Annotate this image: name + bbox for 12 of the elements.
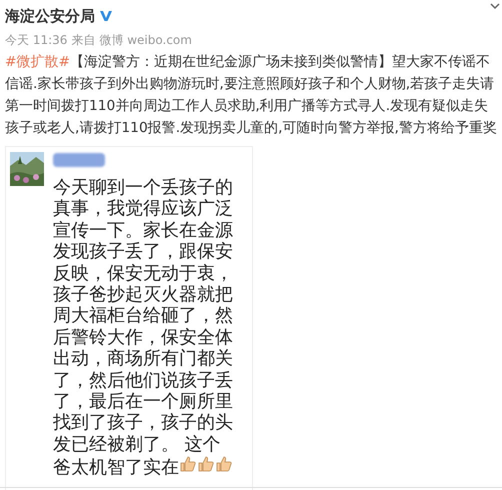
- thumbs-up-icon: [197, 455, 215, 474]
- post-time[interactable]: 今天 11:36: [5, 31, 68, 49]
- author-name[interactable]: 海淀公安分局: [5, 4, 95, 28]
- source-link[interactable]: 微博 weibo.com: [99, 31, 192, 49]
- blurred-username: [53, 153, 105, 167]
- thumbs-up-icon: [179, 455, 197, 474]
- thumbs-up-icon: [215, 455, 233, 474]
- source-label: 来自: [71, 32, 96, 49]
- post-text: #微扩散#【海淀警方：近期在世纪金源广场未接到类似警情】望大家不传谣不信谣.家长带孩子到外出购物游玩时,要注意照顾好孩子和个人财物,若孩子走失请第一时间拨打110并向周边工作人员求助,利用广播等方式寻人.发现有疑似走失孩子或老人,请拨打110报警.发现拐卖儿童的,可随时向警方举报,警方将给予重奖: [5, 53, 498, 138]
- chevron-down-icon[interactable]: [490, 2, 500, 10]
- hashtag-link[interactable]: #微扩散#: [5, 54, 70, 70]
- image-text: 今天聊到一个丢孩子的真事，我觉得应该广泛宣传一下。家长在金源发现孩子丢了，跟保安反映，保安无动于衷，孩子爸抄起灭火器就把周大福柜台给砸了，然后警铃大作，保安全体出动，商场所有门都关了，然后他们说孩子丢了，最后在一个厕所里找到了孩子，孩子的头发已经被剃了。 这个爸太机智了实在: [53, 177, 234, 479]
